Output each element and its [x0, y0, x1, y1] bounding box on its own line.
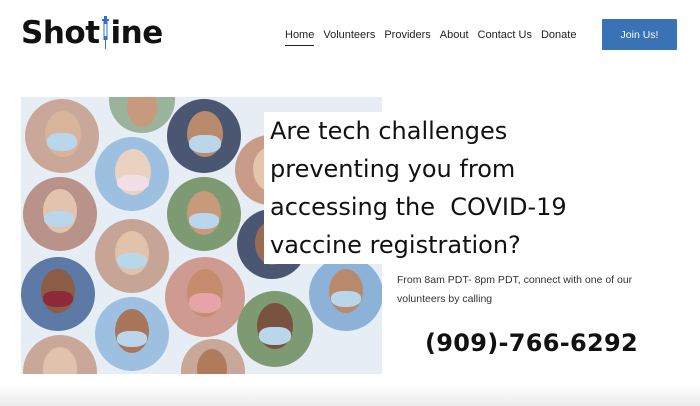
shotline-logo[interactable]: Shot ine	[21, 13, 163, 53]
hours-text: From 8am PDT- 8pm PDT, connect with one …	[397, 274, 633, 305]
headline-line: vaccine registration?	[264, 226, 531, 264]
logo-text-left: Shot	[21, 14, 100, 51]
nav-home[interactable]: Home	[285, 28, 315, 46]
headline-line: Are tech challenges	[264, 112, 518, 150]
logo-text-right: ine	[110, 14, 164, 51]
headline-line: accessing the COVID-19	[264, 188, 577, 226]
portrait-circle	[23, 335, 97, 374]
portrait-circle	[237, 291, 313, 367]
nav-about[interactable]: About	[440, 28, 469, 42]
portrait-circle	[95, 219, 169, 293]
portrait-circle	[165, 257, 245, 337]
syringe-icon	[101, 16, 109, 49]
section-divider	[0, 384, 700, 406]
portrait-circle	[109, 97, 175, 133]
nav-donate[interactable]: Donate	[541, 28, 576, 42]
portrait-circle	[23, 177, 97, 251]
nav-contact-us[interactable]: Contact Us	[478, 28, 532, 42]
nav-providers[interactable]: Providers	[384, 28, 430, 42]
portrait-circle	[181, 339, 245, 374]
phone-number[interactable]: (909)-766-6292	[425, 329, 638, 357]
portrait-circle	[25, 99, 99, 173]
nav-volunteers[interactable]: Volunteers	[323, 28, 375, 42]
headline-line: preventing you from	[264, 150, 526, 188]
portrait-circle	[95, 137, 169, 211]
portrait-circle	[309, 257, 382, 331]
portrait-circle	[95, 297, 169, 371]
portrait-circle	[167, 99, 241, 173]
portrait-circle	[167, 177, 241, 251]
portrait-circle	[21, 257, 95, 331]
hero-headline: Are tech challenges preventing you from …	[264, 112, 577, 264]
site-header: Shot ine Home Volunteers Providers About…	[0, 0, 700, 75]
main-nav: Home Volunteers Providers About Contact …	[285, 28, 585, 46]
join-us-button[interactable]: Join Us!	[602, 19, 677, 50]
